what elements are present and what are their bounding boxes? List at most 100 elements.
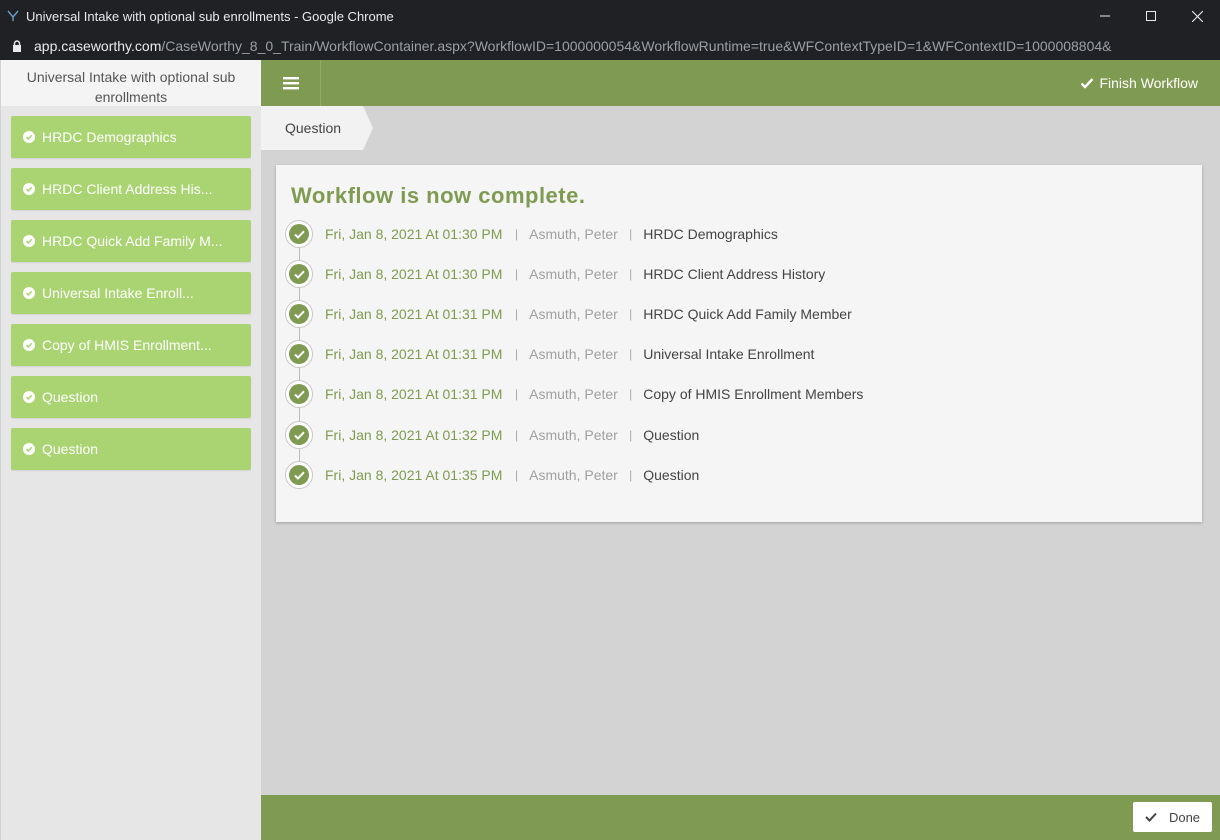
entry-date: Fri, Jan 8, 2021 At 01:31 PM	[325, 306, 503, 322]
entry-user: Asmuth, Peter	[529, 266, 618, 282]
check-circle-icon	[285, 421, 313, 449]
url-text[interactable]: app.caseworthy.com/CaseWorthy_8_0_Train/…	[34, 38, 1112, 54]
entry-separator: |	[515, 468, 519, 482]
check-icon	[1081, 78, 1094, 89]
lock-icon	[0, 40, 34, 52]
application-area: Universal Intake with optional sub enrol…	[0, 60, 1220, 840]
sidebar-step-label: HRDC Quick Add Family M...	[42, 233, 223, 249]
timeline-entry: Fri, Jan 8, 2021 At 01:32 PM | Asmuth, P…	[285, 420, 1185, 450]
breadcrumb[interactable]: Question	[261, 106, 373, 150]
hamburger-menu-icon	[282, 77, 299, 90]
check-circle-icon	[23, 287, 35, 299]
entry-step-name: Question	[643, 467, 700, 483]
minimize-button[interactable]	[1082, 0, 1128, 32]
entry-user: Asmuth, Peter	[529, 467, 618, 483]
sidebar-step-label: HRDC Demographics	[42, 129, 177, 145]
entry-separator: |	[515, 267, 519, 281]
check-circle-icon	[23, 131, 35, 143]
entry-separator: |	[629, 347, 633, 361]
entry-step-name: HRDC Quick Add Family Member	[643, 306, 852, 322]
entry-user: Asmuth, Peter	[529, 346, 618, 362]
window-controls	[1082, 0, 1220, 32]
entry-step-name: HRDC Client Address History	[643, 266, 826, 282]
check-circle-icon	[285, 380, 313, 408]
sidebar-step-item[interactable]: HRDC Client Address His...	[11, 168, 251, 210]
entry-step-name: Universal Intake Enrollment	[643, 346, 815, 362]
check-circle-icon	[23, 443, 35, 455]
entry-separator: |	[515, 428, 519, 442]
sidebar-step-label: Copy of HMIS Enrollment...	[42, 337, 212, 353]
entry-separator: |	[629, 227, 633, 241]
entry-step-name: Question	[643, 427, 700, 443]
workflow-top-bar: Finish Workflow	[261, 60, 1220, 106]
entry-date: Fri, Jan 8, 2021 At 01:32 PM	[325, 427, 503, 443]
completion-card: Workflow is now complete. Fri, Jan 8, 20…	[276, 165, 1202, 522]
entry-date: Fri, Jan 8, 2021 At 01:31 PM	[325, 386, 503, 402]
entry-separator: |	[515, 387, 519, 401]
sidebar-step-label: Question	[42, 441, 99, 457]
check-circle-icon	[285, 260, 313, 288]
entry-date: Fri, Jan 8, 2021 At 01:35 PM	[325, 467, 503, 483]
sidebar-step-item[interactable]: Universal Intake Enroll...	[11, 272, 251, 314]
entry-user: Asmuth, Peter	[529, 386, 618, 402]
breadcrumb-current: Question	[285, 120, 342, 136]
sidebar-step-item[interactable]: Question	[11, 376, 251, 418]
maximize-button[interactable]	[1128, 0, 1174, 32]
entry-user: Asmuth, Peter	[529, 226, 618, 242]
entry-separator: |	[629, 468, 633, 482]
workflow-title: Universal Intake with optional sub enrol…	[1, 60, 261, 106]
sidebar-step-item[interactable]: Copy of HMIS Enrollment...	[11, 324, 251, 366]
sidebar-step-label: Question	[42, 389, 99, 405]
caseworthy-logo-icon	[0, 0, 26, 32]
entry-separator: |	[515, 347, 519, 361]
entry-step-name: Copy of HMIS Enrollment Members	[643, 386, 864, 402]
close-window-button[interactable]	[1174, 0, 1220, 32]
check-circle-icon	[23, 339, 35, 351]
timeline-entry: Fri, Jan 8, 2021 At 01:31 PM | Asmuth, P…	[285, 379, 1185, 409]
check-circle-icon	[23, 235, 35, 247]
minimize-icon	[1100, 15, 1110, 17]
entry-separator: |	[515, 227, 519, 241]
sidebar-step-item[interactable]: HRDC Quick Add Family M...	[11, 220, 251, 262]
entry-step-name: HRDC Demographics	[643, 226, 778, 242]
browser-title-bar: Universal Intake with optional sub enrol…	[0, 0, 1220, 32]
close-icon	[1191, 10, 1203, 22]
sidebar-step-label: HRDC Client Address His...	[42, 181, 213, 197]
done-label: Done	[1168, 809, 1201, 825]
done-button[interactable]: Done	[1133, 802, 1212, 832]
check-circle-icon	[285, 461, 313, 489]
entry-user: Asmuth, Peter	[529, 427, 618, 443]
timeline-entry: Fri, Jan 8, 2021 At 01:31 PM | Asmuth, P…	[285, 339, 1185, 369]
entry-date: Fri, Jan 8, 2021 At 01:31 PM	[325, 346, 503, 362]
check-icon	[1145, 812, 1157, 822]
workflow-sidebar: Universal Intake with optional sub enrol…	[1, 60, 261, 840]
finish-workflow-button[interactable]: Finish Workflow	[1080, 60, 1198, 106]
entry-date: Fri, Jan 8, 2021 At 01:30 PM	[325, 226, 503, 242]
url-path: /CaseWorthy_8_0_Train/WorkflowContainer.…	[161, 38, 1112, 54]
entry-separator: |	[629, 307, 633, 321]
maximize-icon	[1146, 11, 1156, 21]
timeline-entry: Fri, Jan 8, 2021 At 01:30 PM | Asmuth, P…	[285, 219, 1185, 249]
check-circle-icon	[285, 300, 313, 328]
timeline-entry: Fri, Jan 8, 2021 At 01:35 PM | Asmuth, P…	[285, 460, 1185, 490]
sidebar-step-item[interactable]: Question	[11, 428, 251, 470]
entry-separator: |	[629, 387, 633, 401]
finish-workflow-label: Finish Workflow	[1099, 75, 1198, 91]
timeline-entry: Fri, Jan 8, 2021 At 01:30 PM | Asmuth, P…	[285, 259, 1185, 289]
menu-toggle-button[interactable]	[261, 60, 321, 106]
entry-separator: |	[629, 267, 633, 281]
workflow-timeline: Fri, Jan 8, 2021 At 01:30 PM | Asmuth, P…	[276, 165, 1202, 522]
entry-separator: |	[515, 307, 519, 321]
workflow-footer: Done	[261, 795, 1220, 840]
url-host: app.caseworthy.com	[34, 38, 162, 54]
check-circle-icon	[285, 340, 313, 368]
entry-separator: |	[629, 428, 633, 442]
check-circle-icon	[285, 220, 313, 248]
address-bar[interactable]: app.caseworthy.com/CaseWorthy_8_0_Train/…	[0, 32, 1220, 60]
sidebar-step-item[interactable]: HRDC Demographics	[11, 116, 251, 158]
entry-date: Fri, Jan 8, 2021 At 01:30 PM	[325, 266, 503, 282]
window-title: Universal Intake with optional sub enrol…	[26, 8, 394, 24]
check-circle-icon	[23, 183, 35, 195]
check-circle-icon	[23, 391, 35, 403]
timeline-entry: Fri, Jan 8, 2021 At 01:31 PM | Asmuth, P…	[285, 299, 1185, 329]
